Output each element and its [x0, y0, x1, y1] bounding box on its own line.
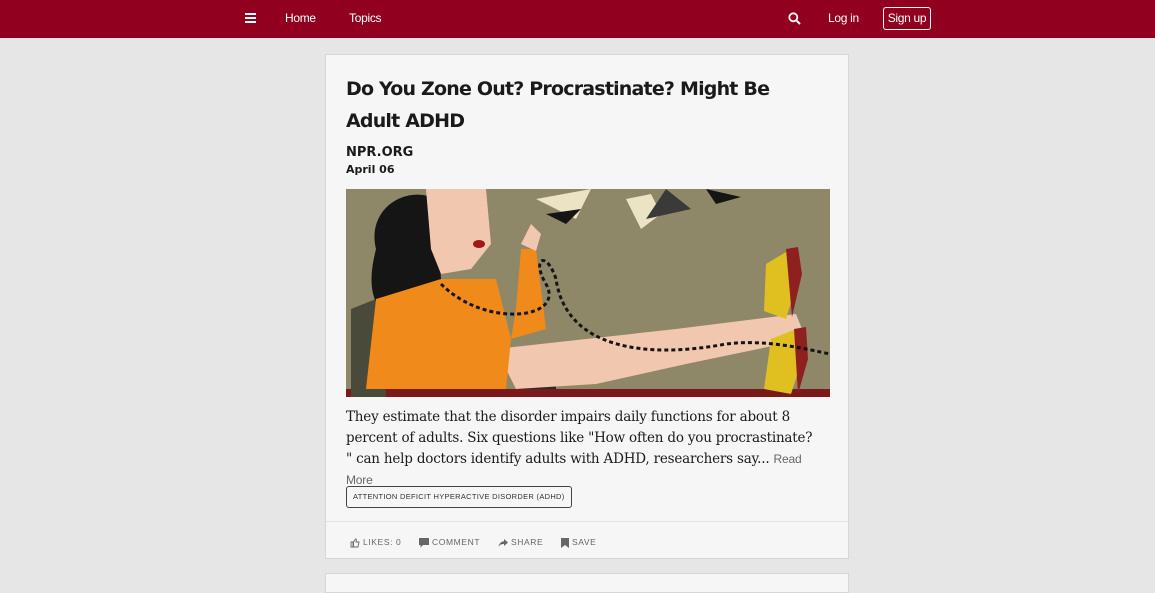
hamburger-icon[interactable] [245, 13, 256, 23]
comment-button[interactable]: COMMENT [419, 535, 480, 549]
next-article-card[interactable] [325, 573, 849, 593]
signup-button[interactable]: Sign up [883, 7, 931, 30]
login-link[interactable]: Log in [828, 0, 859, 38]
article-source: NPR.ORG [346, 145, 414, 160]
comment-label: COMMENT [432, 537, 481, 547]
share-button[interactable]: SHARE [498, 535, 543, 549]
nav-home-link[interactable]: Home [285, 0, 316, 38]
article-title[interactable]: Do You Zone Out? Procrastinate? Might Be… [346, 73, 816, 137]
comment-icon [419, 537, 429, 548]
top-navigation-bar: Home Topics Log in Sign up [0, 0, 1155, 38]
search-icon[interactable] [788, 12, 801, 25]
article-card: Do You Zone Out? Procrastinate? Might Be… [325, 54, 849, 559]
share-icon [498, 538, 508, 547]
article-summary: They estimate that the disorder impairs … [346, 407, 816, 491]
share-label: SHARE [511, 537, 544, 547]
card-divider [326, 521, 848, 522]
bookmark-icon [561, 537, 569, 548]
summary-text: They estimate that the disorder impairs … [346, 409, 813, 467]
likes-label: LIKES: 0 [363, 537, 402, 547]
nav-topics-link[interactable]: Topics [349, 0, 382, 38]
like-button[interactable]: LIKES: 0 [350, 535, 401, 549]
save-button[interactable]: SAVE [561, 535, 596, 549]
article-illustration[interactable] [346, 189, 830, 397]
thumbs-up-icon [350, 538, 360, 548]
save-label: SAVE [572, 537, 597, 547]
topic-tag[interactable]: ATTENTION DEFICIT HYPERACTIVE DISORDER (… [346, 486, 572, 508]
article-date: April 06 [346, 163, 395, 176]
